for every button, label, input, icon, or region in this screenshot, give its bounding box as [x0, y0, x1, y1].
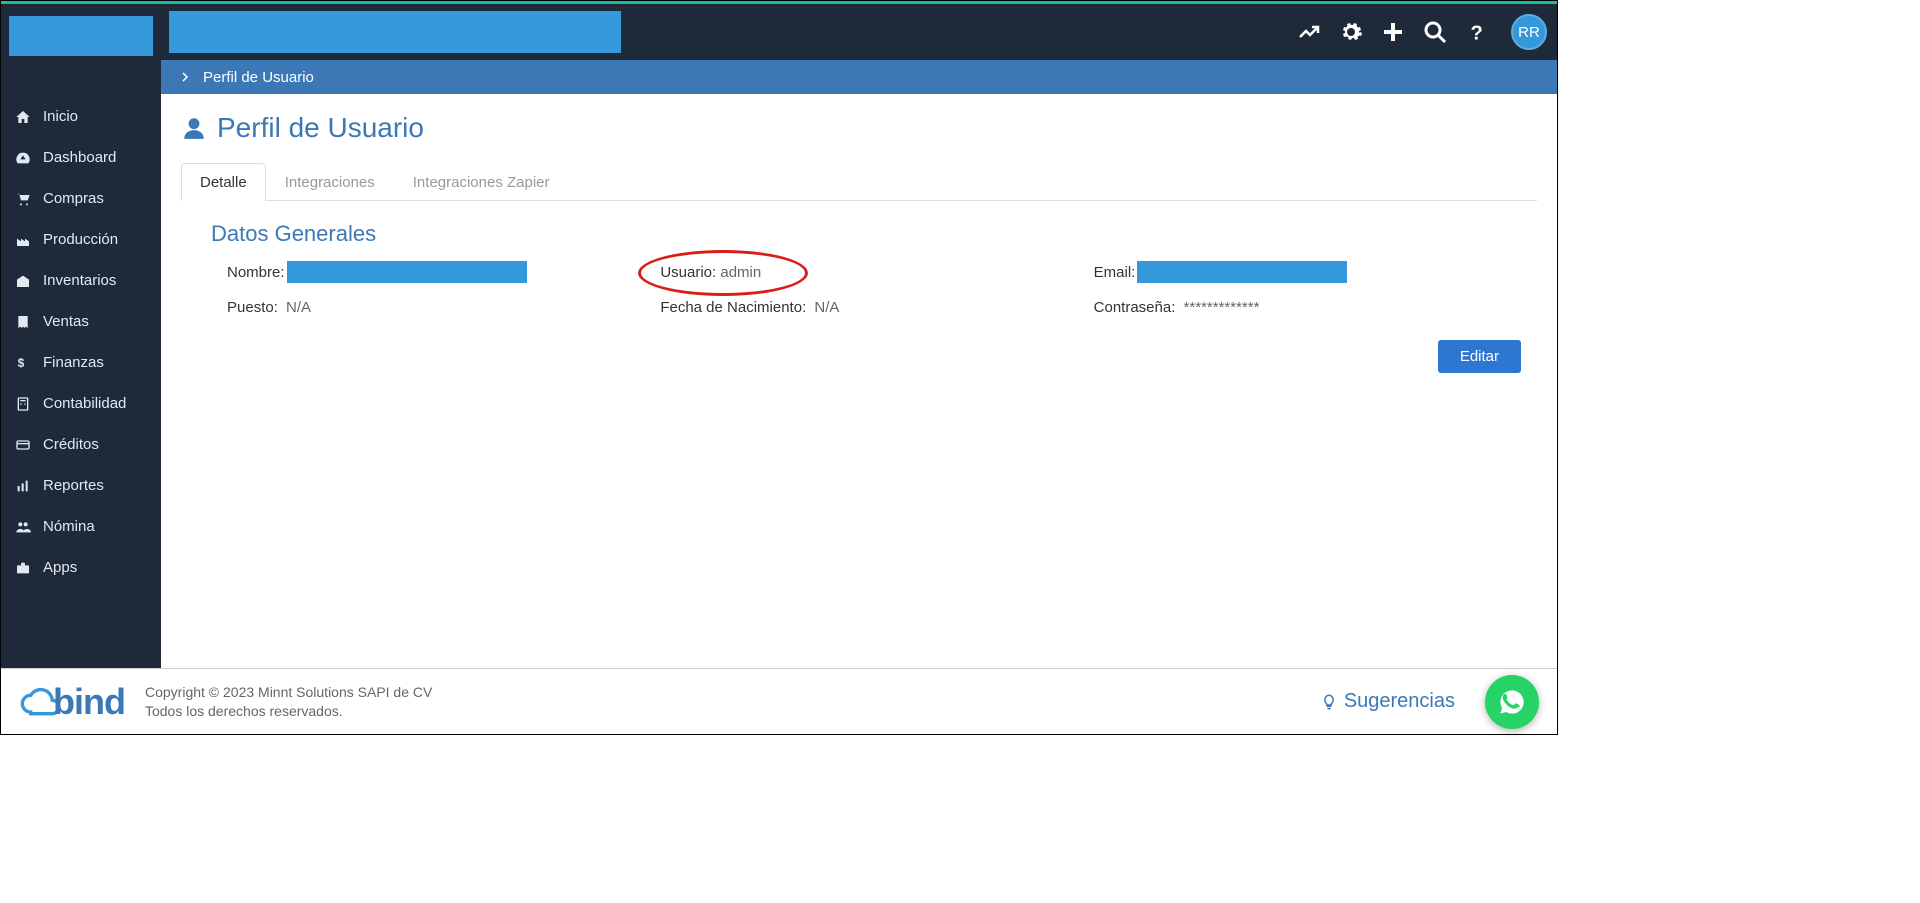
field-email: Email: [1094, 261, 1507, 283]
nav-item-apps[interactable]: Apps [1, 547, 161, 588]
dollar-icon: $ [15, 355, 33, 371]
invoice-icon [15, 314, 33, 330]
suggestions-link[interactable]: Sugerencias [1320, 690, 1455, 713]
calculator-icon [15, 396, 33, 412]
factory-icon [15, 232, 33, 248]
content-area: Perfil de Usuario Detalle Integraciones … [161, 94, 1557, 668]
field-value: N/A [286, 299, 311, 316]
briefcase-icon [15, 560, 33, 576]
breadcrumb: Perfil de Usuario [161, 60, 1557, 94]
nav-item-inicio[interactable]: Inicio [1, 96, 161, 137]
nav-item-produccion[interactable]: Producción [1, 219, 161, 260]
nav-label: Nómina [43, 518, 95, 535]
field-value: ************* [1184, 299, 1260, 316]
nav-item-nomina[interactable]: Nómina [1, 506, 161, 547]
nav-label: Producción [43, 231, 118, 248]
field-label: Email: [1094, 264, 1136, 281]
home-icon [15, 109, 33, 125]
rights-text: Todos los derechos reservados. [145, 702, 432, 720]
nav-item-reportes[interactable]: Reportes [1, 465, 161, 506]
svg-text:$: $ [18, 356, 25, 370]
users-icon [15, 519, 33, 535]
sidebar-logo[interactable] [9, 16, 153, 56]
tabs: Detalle Integraciones Integraciones Zapi… [181, 162, 1537, 201]
field-value: admin [720, 264, 761, 281]
nav-item-inventarios[interactable]: Inventarios [1, 260, 161, 301]
tab-integraciones-zapier[interactable]: Integraciones Zapier [394, 163, 569, 201]
redacted-value [1137, 261, 1347, 283]
warehouse-icon [15, 273, 33, 289]
field-puesto: Puesto: N/A [227, 299, 640, 316]
chevron-right-icon [179, 71, 191, 83]
plus-icon[interactable] [1381, 20, 1405, 44]
brand-logo[interactable]: bind [19, 681, 125, 723]
field-label: Nombre: [227, 264, 285, 281]
nav-label: Créditos [43, 436, 99, 453]
field-usuario: Usuario: admin [660, 261, 1073, 283]
page-title-text: Perfil de Usuario [217, 112, 424, 144]
user-icon [181, 115, 207, 141]
header: ? RR [161, 4, 1557, 60]
avatar-initials: RR [1518, 24, 1540, 41]
suggestions-label: Sugerencias [1344, 690, 1455, 713]
actions-row: Editar [181, 316, 1537, 373]
nav-item-compras[interactable]: Compras [1, 178, 161, 219]
nav-label: Ventas [43, 313, 89, 330]
nav-item-finanzas[interactable]: $ Finanzas [1, 342, 161, 383]
field-label: Contraseña: [1094, 299, 1176, 316]
nav-label: Contabilidad [43, 395, 126, 412]
nav-label: Dashboard [43, 149, 116, 166]
nav-item-ventas[interactable]: Ventas [1, 301, 161, 342]
nav-item-dashboard[interactable]: Dashboard [1, 137, 161, 178]
bars-icon [15, 478, 33, 494]
field-nombre: Nombre: [227, 261, 640, 283]
tab-detalle[interactable]: Detalle [181, 163, 266, 201]
field-value: N/A [814, 299, 839, 316]
whatsapp-icon [1498, 688, 1526, 716]
nav-label: Inicio [43, 108, 78, 125]
copyright-text: Copyright © 2023 Minnt Solutions SAPI de… [145, 683, 432, 701]
svg-text:?: ? [1471, 22, 1483, 43]
nav-item-creditos[interactable]: Créditos [1, 424, 161, 465]
field-label: Puesto: [227, 299, 278, 316]
header-company-name[interactable] [169, 11, 621, 53]
nav-label: Reportes [43, 477, 104, 494]
nav-item-contabilidad[interactable]: Contabilidad [1, 383, 161, 424]
field-contrasena: Contraseña: ************* [1094, 299, 1507, 316]
redacted-value [287, 261, 527, 283]
credit-card-icon [15, 437, 33, 453]
section-title: Datos Generales [211, 221, 1537, 247]
lightbulb-icon [1320, 693, 1338, 711]
details-grid: Nombre: Usuario: admin Email: [181, 261, 1537, 316]
gear-icon[interactable] [1339, 20, 1363, 44]
chart-line-icon[interactable] [1297, 20, 1321, 44]
gauge-icon [15, 150, 33, 166]
page-title: Perfil de Usuario [181, 112, 1537, 144]
nav-label: Apps [43, 559, 77, 576]
tab-integraciones[interactable]: Integraciones [266, 163, 394, 201]
breadcrumb-current[interactable]: Perfil de Usuario [203, 69, 314, 86]
field-label: Fecha de Nacimiento: [660, 299, 806, 316]
nav-label: Finanzas [43, 354, 104, 371]
nav-label: Inventarios [43, 272, 116, 289]
help-icon[interactable]: ? [1465, 21, 1487, 43]
footer: bind Copyright © 2023 Minnt Solutions SA… [1, 668, 1557, 734]
avatar[interactable]: RR [1511, 14, 1547, 50]
cart-icon [15, 191, 33, 207]
field-label: Usuario: [660, 264, 716, 281]
whatsapp-button[interactable] [1485, 675, 1539, 729]
sidebar: Inicio Dashboard Compras Producción [1, 4, 161, 668]
search-icon[interactable] [1423, 20, 1447, 44]
nav-label: Compras [43, 190, 104, 207]
brand-text: bind [53, 681, 125, 723]
edit-button[interactable]: Editar [1438, 340, 1521, 373]
field-fecha-nacimiento: Fecha de Nacimiento: N/A [660, 299, 1073, 316]
footer-text: Copyright © 2023 Minnt Solutions SAPI de… [145, 683, 432, 719]
